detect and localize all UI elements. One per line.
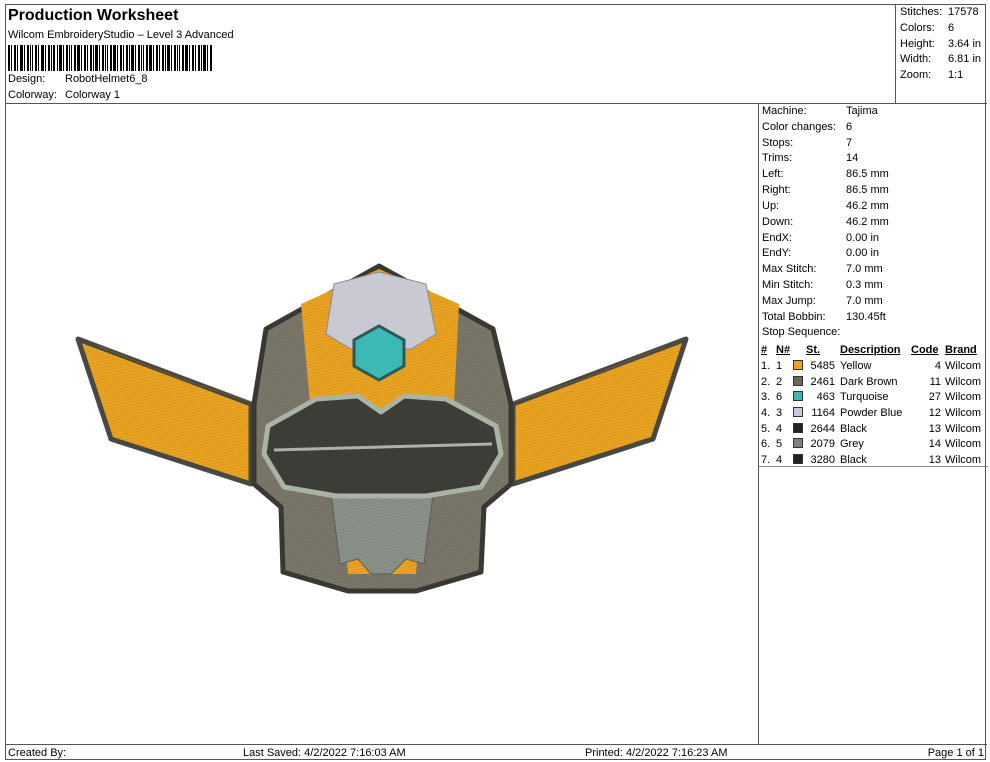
- page-number: Page 1 of 1: [927, 747, 984, 759]
- colorway-label: Colorway:: [8, 89, 57, 101]
- info-row: Stops: 7: [762, 137, 853, 149]
- stat-row: Stitches: 17578: [900, 6, 979, 18]
- stat-row: Zoom: 1:1: [900, 69, 964, 81]
- stop-sequence-table: # N# St. Description Code Brand 1. 1 548…: [761, 342, 985, 468]
- info-row: EndX: 0.00 in: [762, 232, 880, 244]
- barcode-image: [8, 45, 212, 71]
- info-row: Down: 46.2 mm: [762, 216, 889, 228]
- divider: [759, 466, 988, 467]
- worksheet-footer: Created By: Last Saved: 4/2/2022 7:16:03…: [6, 744, 987, 761]
- design-value: RobotHelmet6_8: [65, 73, 148, 85]
- design-preview: [6, 104, 758, 744]
- table-row: 5. 4 2644 Black 13 Wilcom: [761, 422, 982, 435]
- printed-date: Printed: 4/2/2022 7:16:23 AM: [585, 747, 728, 759]
- table-header-row: # N# St. Description Code Brand: [761, 344, 977, 356]
- stat-row: Colors: 6: [900, 22, 955, 34]
- info-row: Color changes: 6: [762, 121, 853, 133]
- color-swatch: [793, 407, 803, 417]
- color-swatch: [793, 391, 803, 402]
- info-row: Trims: 14: [762, 152, 859, 164]
- software-name: Wilcom EmbroideryStudio – Level 3 Advanc…: [8, 29, 234, 41]
- created-by: Created By:: [8, 747, 67, 759]
- stat-row: Height: 3.64 in: [900, 38, 982, 50]
- info-row: Machine: Tajima: [762, 105, 878, 117]
- stat-row: Width: 6.81 in: [900, 53, 982, 65]
- info-row: Min Stitch: 0.3 mm: [762, 279, 883, 291]
- machine-info-panel: Machine: Tajima Color changes: 6 Stops: 7 T…: [758, 104, 988, 744]
- info-row: Max Stitch: 7.0 mm: [762, 263, 883, 275]
- table-row: 1. 1 5485 Yellow 4 Wilcom: [761, 359, 982, 372]
- color-swatch: [793, 375, 803, 386]
- color-swatch: [793, 438, 803, 449]
- info-row: Left: 86.5 mm: [762, 168, 889, 180]
- design-label: Design:: [8, 73, 46, 85]
- table-row: 2. 2 2461 Dark Brown 11 Wilcom: [761, 375, 982, 388]
- worksheet-header: Production Worksheet Wilcom EmbroiderySt…: [6, 5, 896, 104]
- page-title: Production Worksheet: [8, 7, 179, 24]
- design-row: Design: RobotHelmet6_8: [8, 73, 148, 85]
- info-row: Max Jump: 7.0 mm: [762, 295, 883, 307]
- info-row: Up: 46.2 mm: [762, 200, 889, 212]
- robot-helmet-embroidery: [75, 263, 689, 594]
- stop-sequence-title: Stop Sequence:: [762, 326, 841, 338]
- table-row: 3. 6 463 Turquoise 27 Wilcom: [761, 391, 982, 404]
- colorway-row: Colorway: Colorway 1: [8, 89, 120, 101]
- info-row: Right: 86.5 mm: [762, 184, 889, 196]
- table-row: 6. 5 2079 Grey 14 Wilcom: [761, 438, 982, 451]
- colorway-value: Colorway 1: [65, 89, 121, 101]
- color-swatch: [793, 359, 803, 370]
- summary-stats: Stitches: 17578 Colors: 6 Height: 3.64 in W…: [895, 5, 987, 104]
- worksheet: Production Worksheet Wilcom EmbroiderySt…: [5, 4, 988, 761]
- last-saved: Last Saved: 4/2/2022 7:16:03 AM: [243, 747, 406, 759]
- color-swatch: [793, 454, 803, 465]
- info-row: Total Bobbin: 130.45ft: [762, 311, 886, 323]
- table-row: 4. 3 1164 Powder Blue 12 Wilcom: [761, 406, 982, 419]
- info-row: EndY: 0.00 in: [762, 247, 880, 259]
- color-swatch: [793, 422, 803, 433]
